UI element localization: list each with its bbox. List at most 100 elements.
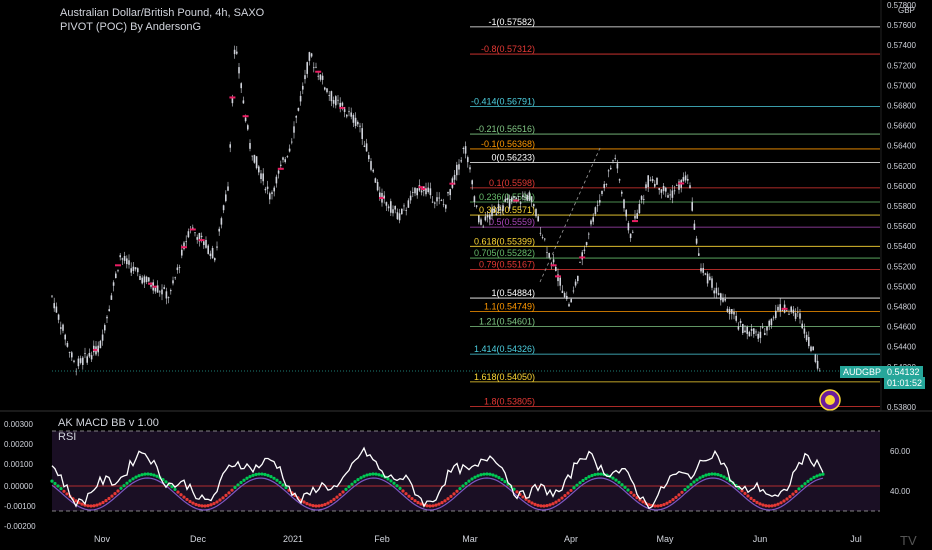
macd-tick-label: -0.00200 [4,522,36,531]
candle-body [154,287,157,292]
macd-dot [110,494,114,498]
candle-body [766,326,768,331]
candle-body [603,184,605,188]
candle-body [456,164,458,176]
candle-body [97,345,99,353]
macd-tick-label: 0.00000 [4,482,33,491]
macd-dot [578,481,582,485]
candle-body [649,179,652,181]
macd-dot [515,490,519,494]
chart-legend: Australian Dollar/British Pound, 4h, SAX… [60,6,264,34]
macd-dot [359,476,363,480]
macd-dot [692,480,696,484]
macd-dot [800,484,804,488]
candle-body [691,202,693,211]
macd-dot [305,501,309,506]
macd-dot [116,489,120,493]
candle-body [286,156,289,158]
candle-body [150,284,152,287]
fib-label: -1(0.57582) [488,17,535,27]
indicator-title[interactable]: PIVOT (POC) By AndersonG [60,20,264,34]
candle-body [335,96,337,106]
candle-body [739,320,742,323]
candle-body [280,164,282,166]
poc-marker [277,167,284,170]
symbol-title[interactable]: Australian Dollar/British Pound, 4h, SAX… [60,6,264,20]
time-axis[interactable]: Nov Dec 2021 Feb Mar Apr May Jun Jul [94,534,862,544]
candle-body [266,186,269,189]
macd-dot [536,503,540,507]
candle-body [332,100,335,104]
macd-dot [563,494,567,498]
candle-body [614,158,616,159]
price-tick-label: 0.55200 [887,262,916,271]
chart-canvas[interactable]: -1(0.57582) -0.8(0.57312) -0.414(0.56791) -… [0,0,932,550]
macd-dot [494,474,498,478]
candle-body [306,62,308,74]
candle-body [363,145,366,147]
candle-body [253,154,256,163]
rsi-tick-label: 40.00 [890,487,911,496]
candle-body [533,204,535,207]
candle-body [225,194,227,202]
macd-dot [134,475,138,479]
candle-body [112,282,115,286]
candle-body [229,144,231,148]
candle-body [684,175,687,181]
candle-body [480,219,482,225]
macd-dot [404,492,408,496]
macd-dot [260,472,264,476]
macd-title[interactable]: AK MACD BB v 1.00 [58,416,159,430]
macd-dot [587,475,591,479]
candle-body [566,295,568,300]
fib-label: -0.1(0.56368) [481,139,535,149]
macd-dot [341,490,345,494]
candle-body [658,188,660,190]
macd-dot [410,496,414,501]
macd-dot [179,493,183,497]
macd-dot [407,494,411,498]
candle-body [82,357,84,365]
candle-body [321,75,324,80]
candle-body [396,212,399,220]
macd-dot [314,504,318,508]
candle-body [436,197,438,202]
poc-marker [115,264,121,267]
macd-dot [209,503,213,507]
poc-marker [198,239,205,242]
candle-body [291,141,293,143]
candle-body [464,146,467,154]
price-pane[interactable]: -1(0.57582) -0.8(0.57312) -0.414(0.56791) -… [51,17,880,411]
macd-dot [446,497,450,501]
macd-dot [752,498,756,503]
candle-body [372,169,374,172]
macd-dot [716,473,720,477]
poc-marker [189,228,196,231]
candle-body [352,114,355,123]
candle-body [425,188,427,195]
macd-dot [794,489,798,494]
fib-label: -0.21(0.56516) [476,124,535,134]
candle-body [71,352,73,358]
macd-dot [674,495,678,499]
macd-dot [50,479,54,483]
candle-body [123,255,126,261]
tradingview-logo[interactable]: TV [900,533,917,548]
macd-dot [596,472,600,476]
rsi-tick-label: 60.00 [890,447,911,456]
candle-body [592,217,594,222]
macd-dot [452,492,456,496]
macd-tick-label: -0.00100 [4,502,36,511]
candle-body [374,178,377,183]
price-axis[interactable]: 0.578000.576000.574000.572000.570000.568… [880,0,916,412]
macd-dot [431,504,435,508]
candle-body [350,112,352,117]
macd-dot [530,501,534,505]
rsi-title[interactable]: RSI [58,430,159,444]
macd-dot [242,478,246,482]
candle-body [693,223,696,230]
macd-dot [575,483,579,487]
poc-marker [632,220,638,223]
candle-body [117,270,119,272]
candle-body [704,273,707,275]
